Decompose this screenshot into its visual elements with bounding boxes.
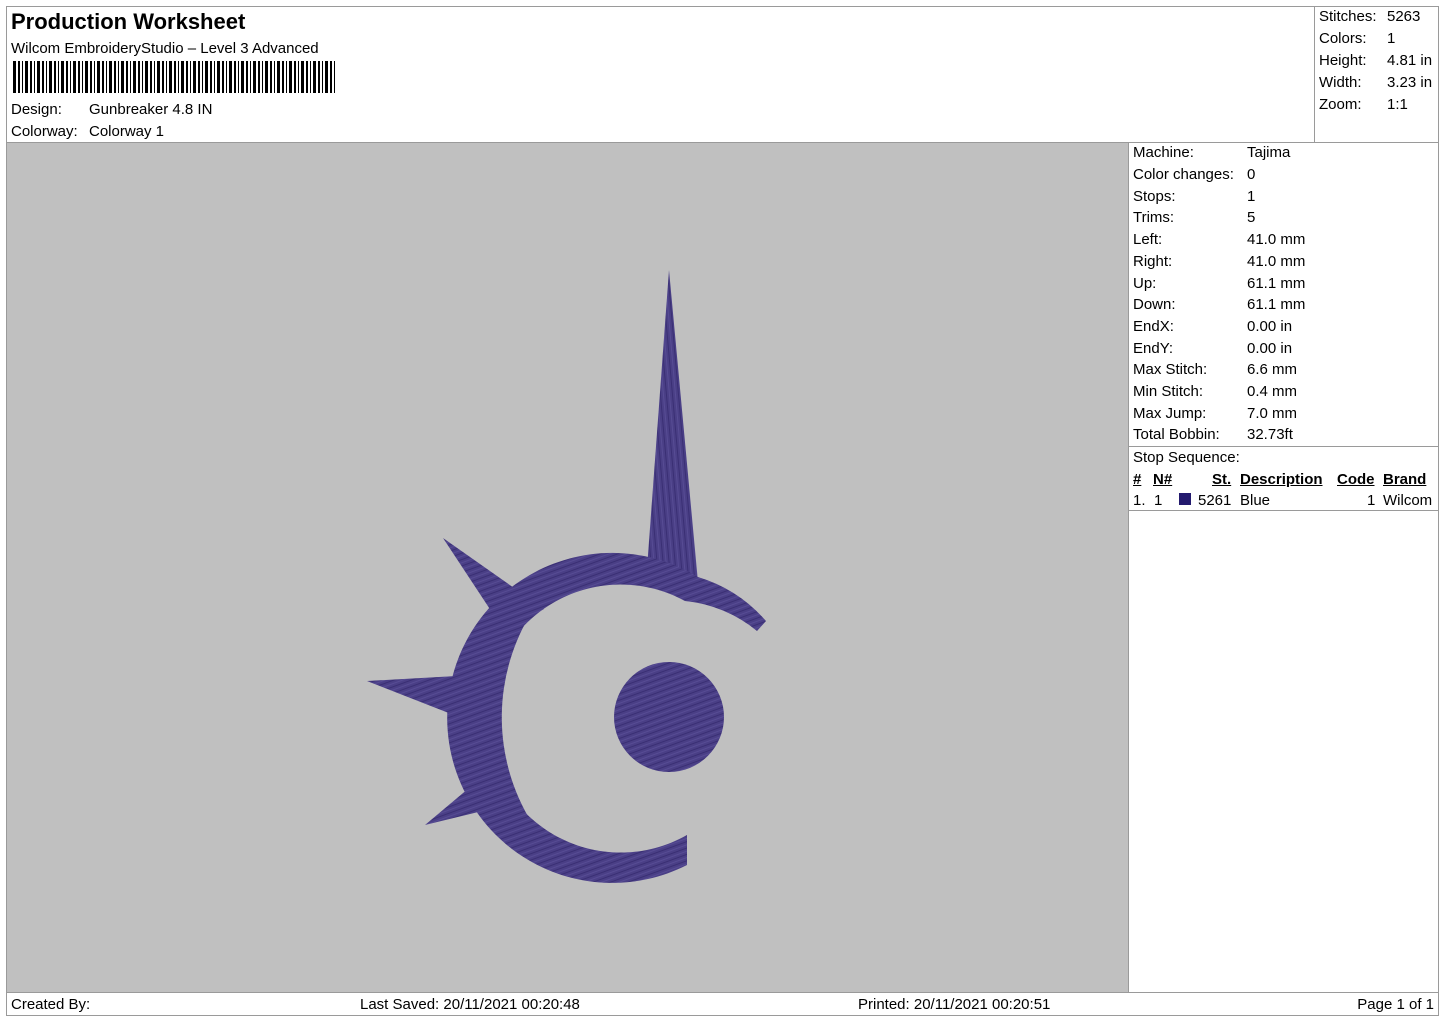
summary-label: Stitches: — [1319, 8, 1377, 25]
column-header-brand: Brand — [1383, 471, 1427, 488]
machine-label: Right: — [1133, 253, 1173, 270]
machine-value: 41.0 mm — [1247, 231, 1306, 248]
colorway-label: Colorway: — [11, 123, 78, 140]
machine-value: 0.00 in — [1247, 340, 1293, 357]
printed-date: Printed: 20/11/2021 00:20:51 — [858, 996, 1051, 1013]
stop-row-code: 1 — [1367, 492, 1376, 509]
machine-label: Total Bobbin: — [1133, 426, 1220, 443]
machine-label: Left: — [1133, 231, 1163, 248]
worksheet-footer: Created By: Last Saved: 20/11/2021 00:20… — [6, 992, 1439, 1016]
machine-label: Min Stitch: — [1133, 383, 1204, 400]
summary-value: 5263 — [1387, 8, 1421, 25]
summary-value: 3.23 in — [1387, 74, 1433, 91]
column-header-code: Code — [1337, 471, 1375, 488]
summary-label: Width: — [1319, 74, 1362, 91]
machine-row: Stops: 1 — [1133, 188, 1436, 210]
machine-label: Trims: — [1133, 209, 1175, 226]
machine-row: EndY: 0.00 in — [1133, 340, 1436, 362]
machine-value: 0 — [1247, 166, 1256, 183]
design-label: Design: — [11, 101, 62, 118]
machine-row: Max Stitch: 6.6 mm — [1133, 361, 1436, 383]
machine-row: Machine: Tajima — [1133, 144, 1436, 166]
machine-row: Min Stitch: 0.4 mm — [1133, 383, 1436, 405]
summary-label: Height: — [1319, 52, 1367, 69]
column-header-description: Description — [1240, 471, 1323, 488]
stop-sequence-heading: Stop Sequence: — [1133, 449, 1240, 466]
machine-value: 0.4 mm — [1247, 383, 1298, 400]
summary-row-zoom: Zoom: 1:1 — [1319, 96, 1436, 118]
machine-label: EndY: — [1133, 340, 1174, 357]
machine-label: Max Stitch: — [1133, 361, 1208, 378]
stop-sequence-panel: Stop Sequence: # N# St. Description Code… — [1128, 446, 1439, 511]
machine-value: 6.6 mm — [1247, 361, 1298, 378]
machine-value: 61.1 mm — [1247, 296, 1306, 313]
thread-color-swatch — [1179, 493, 1191, 505]
summary-value: 1:1 — [1387, 96, 1408, 113]
machine-value: 0.00 in — [1247, 318, 1293, 335]
software-name: Wilcom EmbroideryStudio – Level 3 Advanc… — [11, 40, 319, 57]
machine-value: 41.0 mm — [1247, 253, 1306, 270]
last-saved: Last Saved: 20/11/2021 00:20:48 — [360, 996, 580, 1013]
machine-value: 32.73ft — [1247, 426, 1293, 443]
machine-value: 7.0 mm — [1247, 405, 1298, 422]
machine-label: Up: — [1133, 275, 1157, 292]
colorway-value: Colorway 1 — [89, 123, 165, 140]
summary-row-colors: Colors: 1 — [1319, 30, 1436, 52]
machine-label: Color changes: — [1133, 166, 1234, 183]
summary-row-stitches: Stitches: 5263 — [1319, 8, 1436, 30]
machine-row: Up: 61.1 mm — [1133, 275, 1436, 297]
machine-row: Color changes: 0 — [1133, 166, 1436, 188]
summary-label: Colors: — [1319, 30, 1367, 47]
machine-label: EndX: — [1133, 318, 1174, 335]
stop-row-needle: 1 — [1154, 492, 1163, 509]
created-by: Created By: — [11, 996, 91, 1013]
column-header-stitches: St. — [1212, 471, 1232, 488]
machine-row: Max Jump: 7.0 mm — [1133, 405, 1436, 427]
barcode-icon — [13, 61, 335, 93]
stop-row-brand: Wilcom — [1383, 492, 1433, 509]
summary-value: 1 — [1387, 30, 1396, 47]
summary-value: 4.81 in — [1387, 52, 1433, 69]
summary-label: Zoom: — [1319, 96, 1362, 113]
machine-row: Right: 41.0 mm — [1133, 253, 1436, 275]
machine-info-panel: Machine: Tajima Color changes: 0 Stops: 1 T… — [1128, 142, 1439, 447]
summary-row-width: Width: 3.23 in — [1319, 74, 1436, 96]
design-summary: Stitches: 5263 Colors: 1 Height: 4.81 in… — [1314, 6, 1439, 143]
machine-label: Max Jump: — [1133, 405, 1207, 422]
stop-row-description: Blue — [1240, 492, 1271, 509]
column-header-needle: N# — [1153, 471, 1173, 488]
machine-row: EndX: 0.00 in — [1133, 318, 1436, 340]
machine-value: 61.1 mm — [1247, 275, 1306, 292]
machine-label: Machine: — [1133, 144, 1194, 161]
gunbreaker-job-icon — [367, 270, 766, 883]
empty-panel — [1128, 510, 1439, 993]
machine-row: Down: 61.1 mm — [1133, 296, 1436, 318]
machine-value: 5 — [1247, 209, 1256, 226]
column-header-index: # — [1133, 471, 1142, 488]
stop-row-index: 1. — [1133, 492, 1146, 509]
summary-row-height: Height: 4.81 in — [1319, 52, 1436, 74]
machine-label: Down: — [1133, 296, 1176, 313]
machine-row: Trims: 5 — [1133, 209, 1436, 231]
machine-label: Stops: — [1133, 188, 1176, 205]
worksheet-header: Production Worksheet Wilcom EmbroiderySt… — [6, 6, 1315, 143]
design-value: Gunbreaker 4.8 IN — [89, 101, 213, 118]
design-preview — [6, 142, 1129, 993]
stop-row-stitches: 5261 — [1198, 492, 1232, 509]
machine-value: Tajima — [1247, 144, 1291, 161]
worksheet-title: Production Worksheet — [11, 9, 246, 34]
machine-row: Left: 41.0 mm — [1133, 231, 1436, 253]
page-number: Page 1 of 1 — [1357, 996, 1434, 1013]
machine-row: Total Bobbin: 32.73ft — [1133, 426, 1436, 448]
machine-value: 1 — [1247, 188, 1256, 205]
